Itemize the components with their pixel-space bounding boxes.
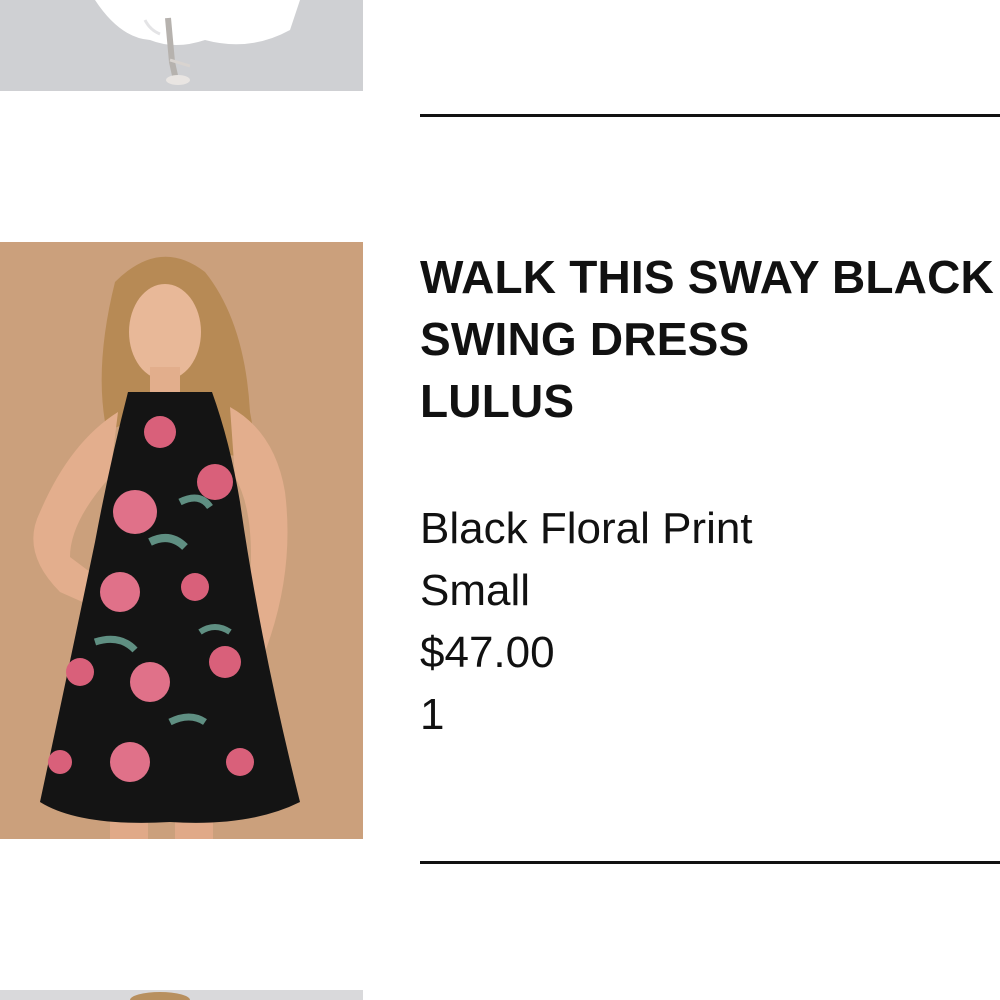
next-item-image[interactable] — [0, 990, 363, 1000]
product-color: Black Floral Print — [420, 504, 753, 553]
dress-illustration — [0, 242, 363, 839]
product-attributes: Black Floral Print Small $47.00 1 — [420, 498, 1000, 746]
product-details: WALK THIS SWAY BLACK SWING DRESS LULUS B… — [420, 246, 1000, 746]
product-brand: LULUS — [420, 375, 575, 427]
item-divider-top — [420, 114, 1000, 117]
product-price: $47.00 — [420, 628, 555, 677]
previous-item-illustration — [0, 0, 363, 91]
next-item-illustration — [0, 990, 363, 1000]
product-size: Small — [420, 566, 531, 615]
previous-item-image[interactable] — [0, 0, 363, 91]
product-name-line-2[interactable]: SWING DRESS — [420, 308, 1000, 370]
item-divider-bottom — [420, 861, 1000, 864]
product-quantity: 1 — [420, 690, 445, 739]
product-image[interactable] — [0, 242, 363, 839]
product-name-line-1[interactable]: WALK THIS SWAY BLACK — [420, 246, 1000, 308]
